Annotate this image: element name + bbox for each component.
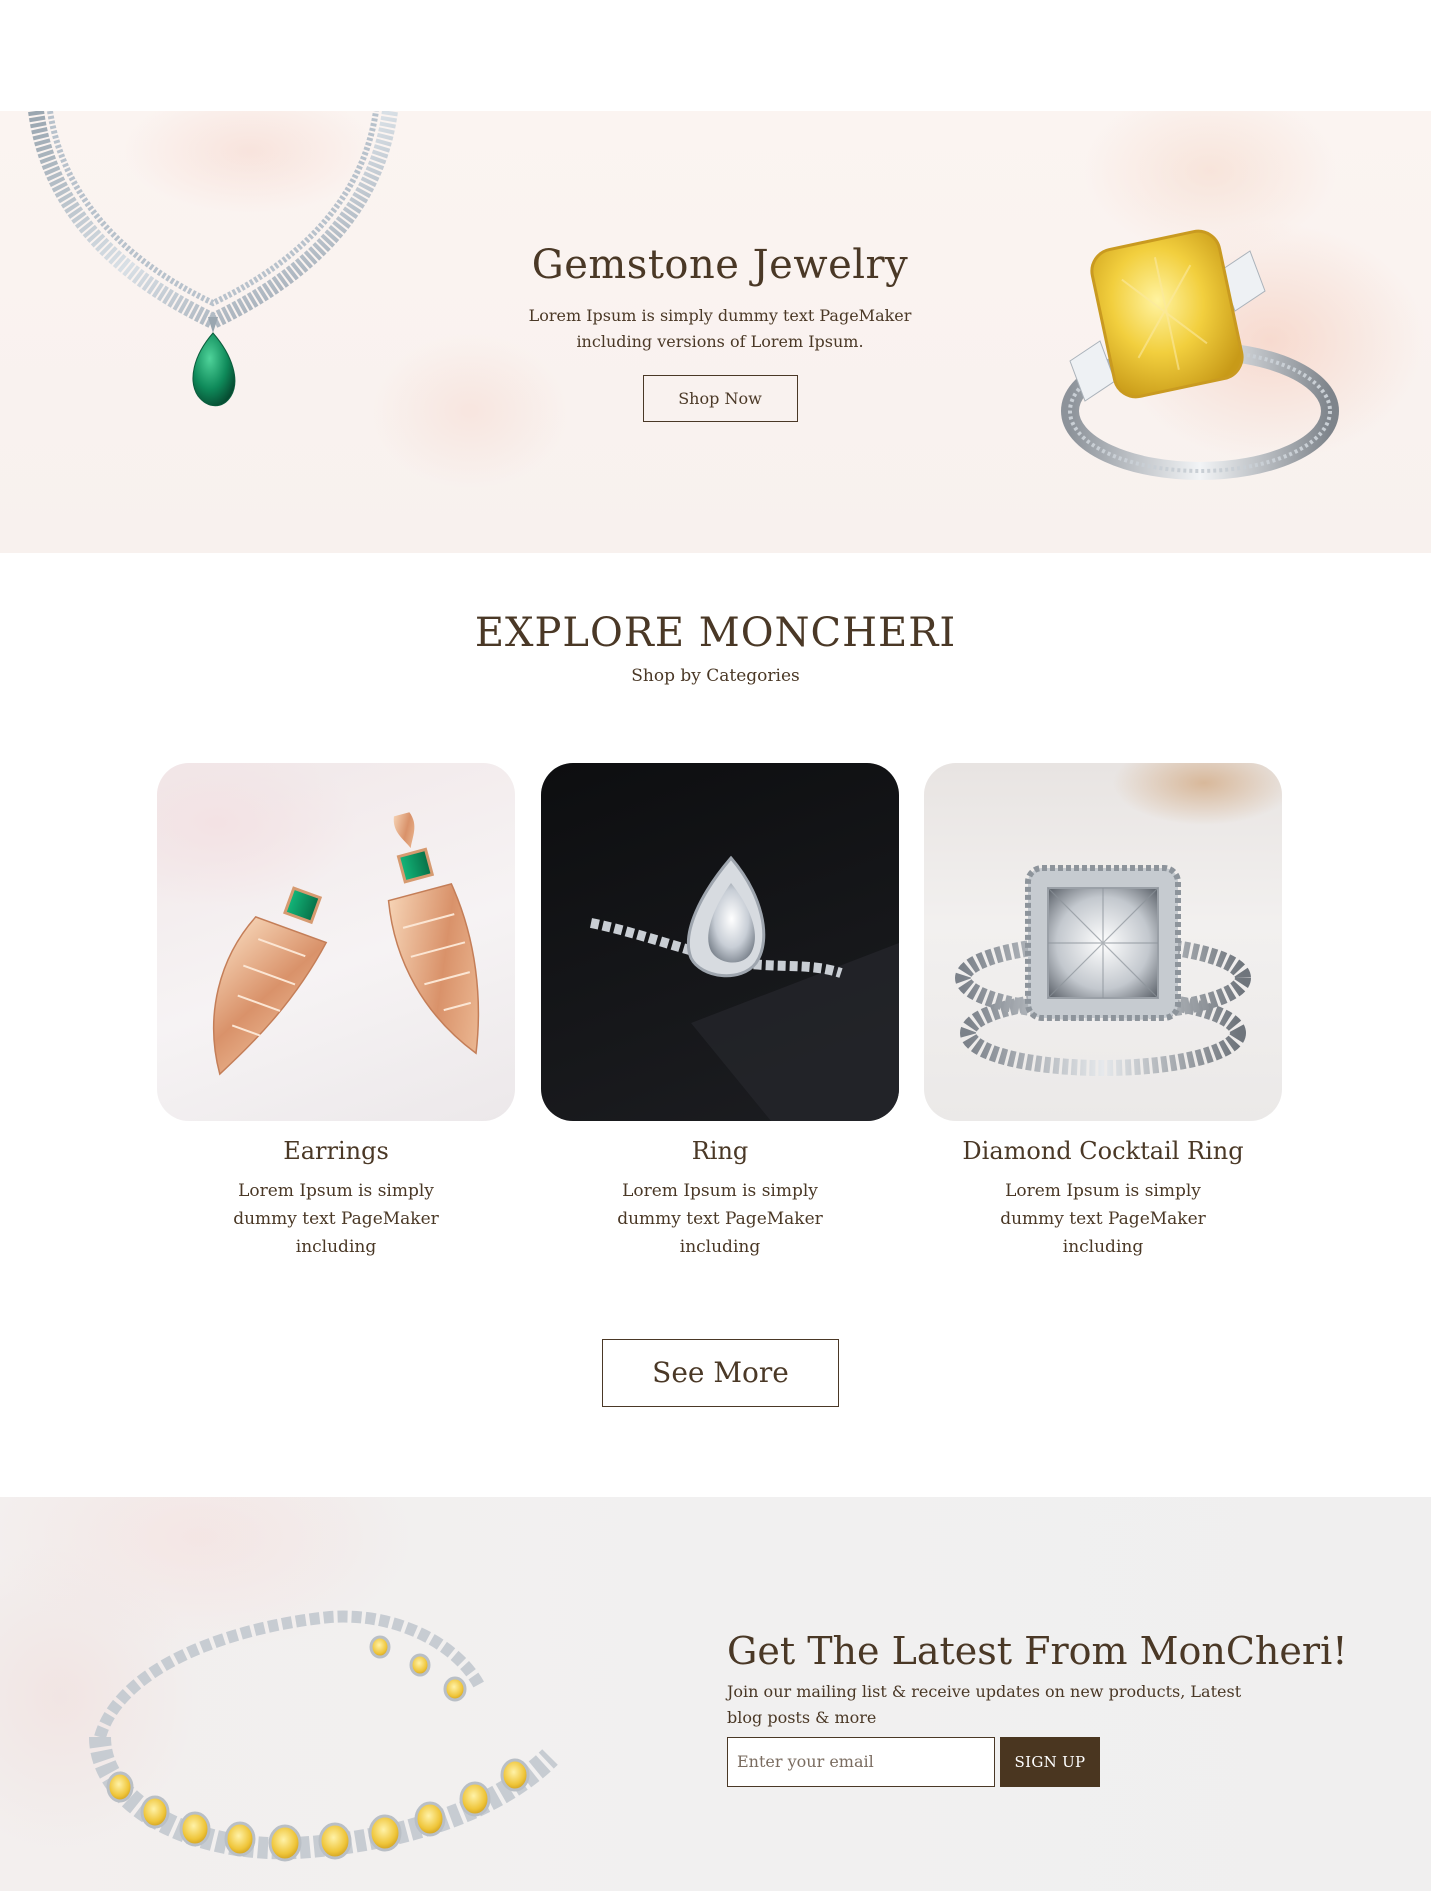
see-more-button[interactable]: See More bbox=[602, 1339, 839, 1407]
newsletter-title: Get The Latest From MonCheri! bbox=[727, 1629, 1348, 1673]
explore-title: EXPLORE MONCHERI bbox=[474, 610, 957, 656]
category-card-earrings[interactable]: Earrings Lorem Ipsum is simply dummy tex… bbox=[157, 763, 515, 1261]
newsletter-section: Get The Latest From MonCheri! Join our m… bbox=[0, 1497, 1431, 1891]
yellow-sapphire-bracelet-image bbox=[89, 1610, 558, 1862]
category-card-diamond-cocktail-ring[interactable]: Diamond Cocktail Ring Lorem Ipsum is sim… bbox=[924, 763, 1282, 1261]
email-input[interactable] bbox=[727, 1736, 995, 1787]
diamond-cocktail-ring-image[interactable] bbox=[924, 763, 1282, 1121]
explore-section-header: EXPLORE MONCHERI Shop by Categories bbox=[0, 610, 1431, 686]
category-card-ring[interactable]: Ring Lorem Ipsum is simply dummy text Pa… bbox=[541, 763, 899, 1261]
newsletter-form: SIGN UP bbox=[727, 1736, 1327, 1787]
card-title-diamond-cocktail-ring[interactable]: Diamond Cocktail Ring bbox=[924, 1137, 1282, 1165]
card-text-diamond-cocktail-ring: Lorem Ipsum is simply dummy text PageMak… bbox=[1000, 1181, 1206, 1257]
card-text-earrings: Lorem Ipsum is simply dummy text PageMak… bbox=[233, 1181, 439, 1257]
hero-banner: Gemstone Jewelry Lorem Ipsum is simply d… bbox=[0, 111, 1431, 553]
yellow-sapphire-ring-image bbox=[1061, 229, 1339, 480]
shop-now-button[interactable]: Shop Now bbox=[642, 375, 798, 422]
emerald-necklace-image bbox=[28, 111, 398, 407]
earrings-image[interactable] bbox=[157, 763, 515, 1121]
card-title-earrings[interactable]: Earrings bbox=[157, 1137, 515, 1165]
newsletter-content: Get The Latest From MonCheri! Join our m… bbox=[727, 1629, 1348, 1787]
sign-up-button[interactable]: SIGN UP bbox=[1000, 1736, 1100, 1787]
card-title-ring[interactable]: Ring bbox=[541, 1137, 899, 1165]
hero-content: Gemstone Jewelry Lorem Ipsum is simply d… bbox=[470, 243, 970, 422]
card-text-ring: Lorem Ipsum is simply dummy text PageMak… bbox=[617, 1181, 823, 1257]
hero-subtitle: Lorem Ipsum is simply dummy text PageMak… bbox=[528, 306, 912, 351]
explore-subtitle: Shop by Categories bbox=[631, 666, 800, 686]
newsletter-subtitle: Join our mailing list & receive updates … bbox=[727, 1681, 1242, 1727]
category-cards: Earrings Lorem Ipsum is simply dummy tex… bbox=[157, 763, 1282, 1257]
hero-title: Gemstone Jewelry bbox=[531, 242, 909, 288]
ring-image[interactable] bbox=[541, 763, 899, 1121]
